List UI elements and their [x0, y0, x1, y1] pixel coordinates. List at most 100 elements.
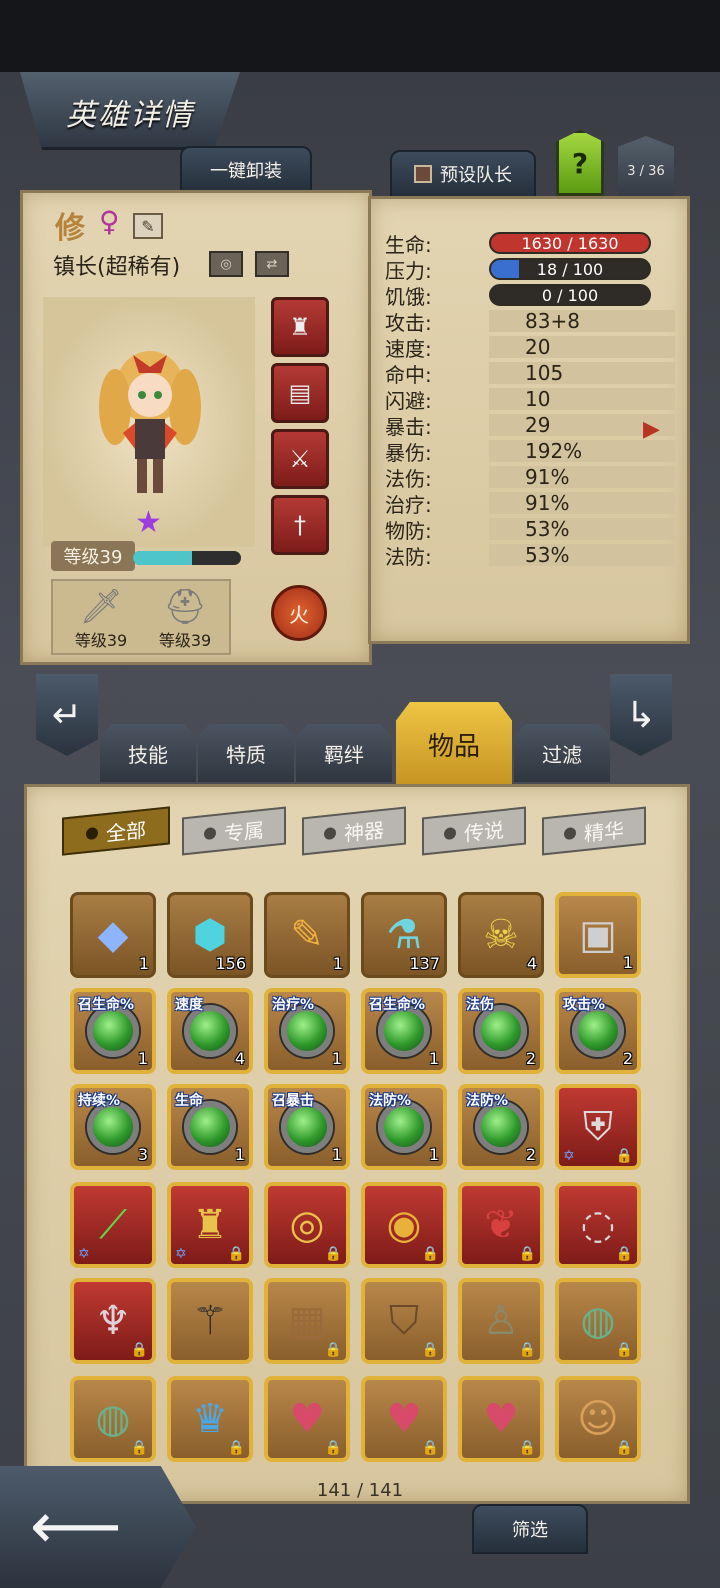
inventory-item[interactable]: 法伤 2 [458, 988, 544, 1074]
xp-bar-fill [133, 551, 193, 565]
stat-value: 105 [489, 361, 675, 385]
tab-traits[interactable]: 特质 [198, 724, 294, 782]
inventory-item[interactable]: ♙ 🔒 [458, 1278, 544, 1364]
preset-leader-checkbox[interactable] [414, 165, 432, 183]
inventory-item[interactable]: ⛨ 🔒 ✡ [555, 1084, 641, 1170]
stat-row: 速度: 20 [385, 335, 679, 361]
back-button[interactable]: ⟵ [0, 1466, 196, 1588]
inventory-item[interactable]: ✎ 1 [264, 892, 350, 978]
skull-totem-icon: ☠ [483, 912, 519, 958]
help-button[interactable]: ? [556, 130, 604, 196]
inventory-item[interactable]: ◌ 🔒 [555, 1182, 641, 1268]
inventory-item[interactable]: 攻击% 2 [555, 988, 641, 1074]
inventory-item[interactable]: ⟋ ✡ [70, 1182, 156, 1268]
lock-icon: 🔒 [421, 1342, 439, 1358]
item-count: 1 [137, 1049, 148, 1068]
inventory-item[interactable]: 法防% 1 [361, 1084, 447, 1170]
inventory-item[interactable]: ♜ 🔒 ✡ [167, 1182, 253, 1268]
gear-slot-book[interactable]: ▤ [271, 363, 329, 423]
expand-stats-arrow-icon[interactable]: ▶ [643, 417, 660, 442]
hunger-value: 0 / 100 [541, 285, 599, 305]
inventory-item[interactable]: ◎ 🔒 [264, 1182, 350, 1268]
jade-ring-icon: ◍ [580, 1298, 616, 1344]
tab-skills[interactable]: 技能 [100, 724, 196, 782]
stat-row: 物防: 53% [385, 517, 679, 543]
inventory-item[interactable]: ⬢ 156 [167, 892, 253, 978]
inventory-item[interactable]: 法防% 2 [458, 1084, 544, 1170]
stat-label: 命中: [385, 362, 432, 387]
inventory-item[interactable]: 速度 4 [167, 988, 253, 1074]
preset-leader-label: 预设队长 [440, 165, 512, 186]
stat-row: 治疗: 91% [385, 491, 679, 517]
next-hero-button[interactable]: ↳ [610, 674, 672, 756]
hero-count-button[interactable]: 3 / 36 [618, 136, 674, 196]
tab-bonds[interactable]: 羁绊 [296, 724, 392, 782]
inventory-item[interactable]: ▣ 1 [555, 892, 641, 978]
preset-leader-button[interactable]: 预设队长 [390, 150, 536, 198]
inventory-item[interactable]: ♥ 🔒 [361, 1376, 447, 1462]
inventory-item[interactable]: ◍ 🔒 [70, 1376, 156, 1462]
feather-icon: ✎ [290, 912, 324, 958]
item-count: 1 [331, 1049, 342, 1068]
stat-row: 命中: 105 [385, 361, 679, 387]
item-count: 1 [428, 1145, 439, 1164]
item-stat-label: 治疗% [272, 997, 315, 1013]
inventory-item[interactable]: 持续% 3 [70, 1084, 156, 1170]
item-count: 1 [332, 954, 343, 973]
inventory-item[interactable]: ⛉ 🔒 [361, 1278, 447, 1364]
inventory-item[interactable]: 召生命% 1 [361, 988, 447, 1074]
inventory-item[interactable]: 召暴击 1 [264, 1084, 350, 1170]
inventory-item[interactable]: ❦ 🔒 [458, 1182, 544, 1268]
swap-icon[interactable]: ⇄ [255, 251, 289, 277]
sword-icon: 🗡 [79, 587, 123, 627]
inventory-item[interactable]: ⚚ [167, 1278, 253, 1364]
unequip-all-button[interactable]: 一键卸装 [180, 146, 312, 194]
lock-icon: 🔒 [421, 1440, 439, 1456]
gear-slot-armor[interactable]: ♜ [271, 297, 329, 357]
inventory-item[interactable]: ▦ 🔒 [264, 1278, 350, 1364]
equipped-helmet[interactable]: ⛑ 等级39 [145, 587, 225, 651]
stat-label: 暴伤: [385, 440, 432, 465]
claw-weapon-icon: ⚔ [289, 445, 311, 473]
previous-hero-button[interactable]: ↵ [36, 674, 98, 756]
inventory-item[interactable]: ♥ 🔒 [458, 1376, 544, 1462]
element-fire-badge[interactable]: 火 [271, 585, 327, 641]
book-icon: ▤ [288, 379, 312, 407]
inventory-item[interactable]: ♥ 🔒 [264, 1376, 350, 1462]
lock-icon: 🔒 [227, 1246, 245, 1262]
inventory-item[interactable]: ⚗ 137 [361, 892, 447, 978]
radio-dot-icon [444, 826, 456, 841]
inventory-item[interactable]: ◆ 1 [70, 892, 156, 978]
golden-helm-icon: ♜ [192, 1202, 228, 1248]
item-count: 1 [428, 1049, 439, 1068]
stat-row: 法伤: 91% [385, 465, 679, 491]
equipped-weapon[interactable]: 🗡 等级39 [61, 587, 141, 651]
item-count: 2 [525, 1049, 536, 1068]
inventory-item[interactable]: ◍ 🔒 [555, 1278, 641, 1364]
inventory-item[interactable]: ♆ 🔒 [70, 1278, 156, 1364]
inventory-item[interactable]: ☠ 4 [458, 892, 544, 978]
gear-slot-weapon[interactable]: ⚔ [271, 429, 329, 489]
stat-value: 20 [489, 335, 675, 359]
stress-bar: 18 / 100 [489, 258, 651, 280]
item-count: 3 [137, 1145, 148, 1164]
hood-helm-icon: ♙ [483, 1298, 519, 1344]
inventory-item[interactable]: ♛ 🔒 [167, 1376, 253, 1462]
inventory-item[interactable]: 生命 1 [167, 1084, 253, 1170]
xp-bar [133, 551, 241, 565]
tab-items[interactable]: 物品 [396, 702, 512, 786]
tab-filter[interactable]: 过滤 [514, 724, 610, 782]
inventory-item[interactable]: ◉ 🔒 [361, 1182, 447, 1268]
stat-value: 83+8 [489, 309, 675, 333]
stat-label: 攻击: [385, 310, 432, 335]
hero-sprite [99, 351, 201, 493]
potion-icon: ⚗ [386, 912, 422, 958]
inventory-item[interactable]: 召生命% 1 [70, 988, 156, 1074]
edit-name-icon[interactable]: ✎ [133, 213, 163, 239]
info-icon[interactable]: ◎ [209, 251, 243, 277]
crystal-helm-icon: ♛ [192, 1396, 228, 1442]
gear-slot-dagger[interactable]: † [271, 495, 329, 555]
sort-button[interactable]: 筛选 [472, 1504, 588, 1554]
inventory-item[interactable]: 治疗% 1 [264, 988, 350, 1074]
inventory-item[interactable]: ☺ 🔒 [555, 1376, 641, 1462]
